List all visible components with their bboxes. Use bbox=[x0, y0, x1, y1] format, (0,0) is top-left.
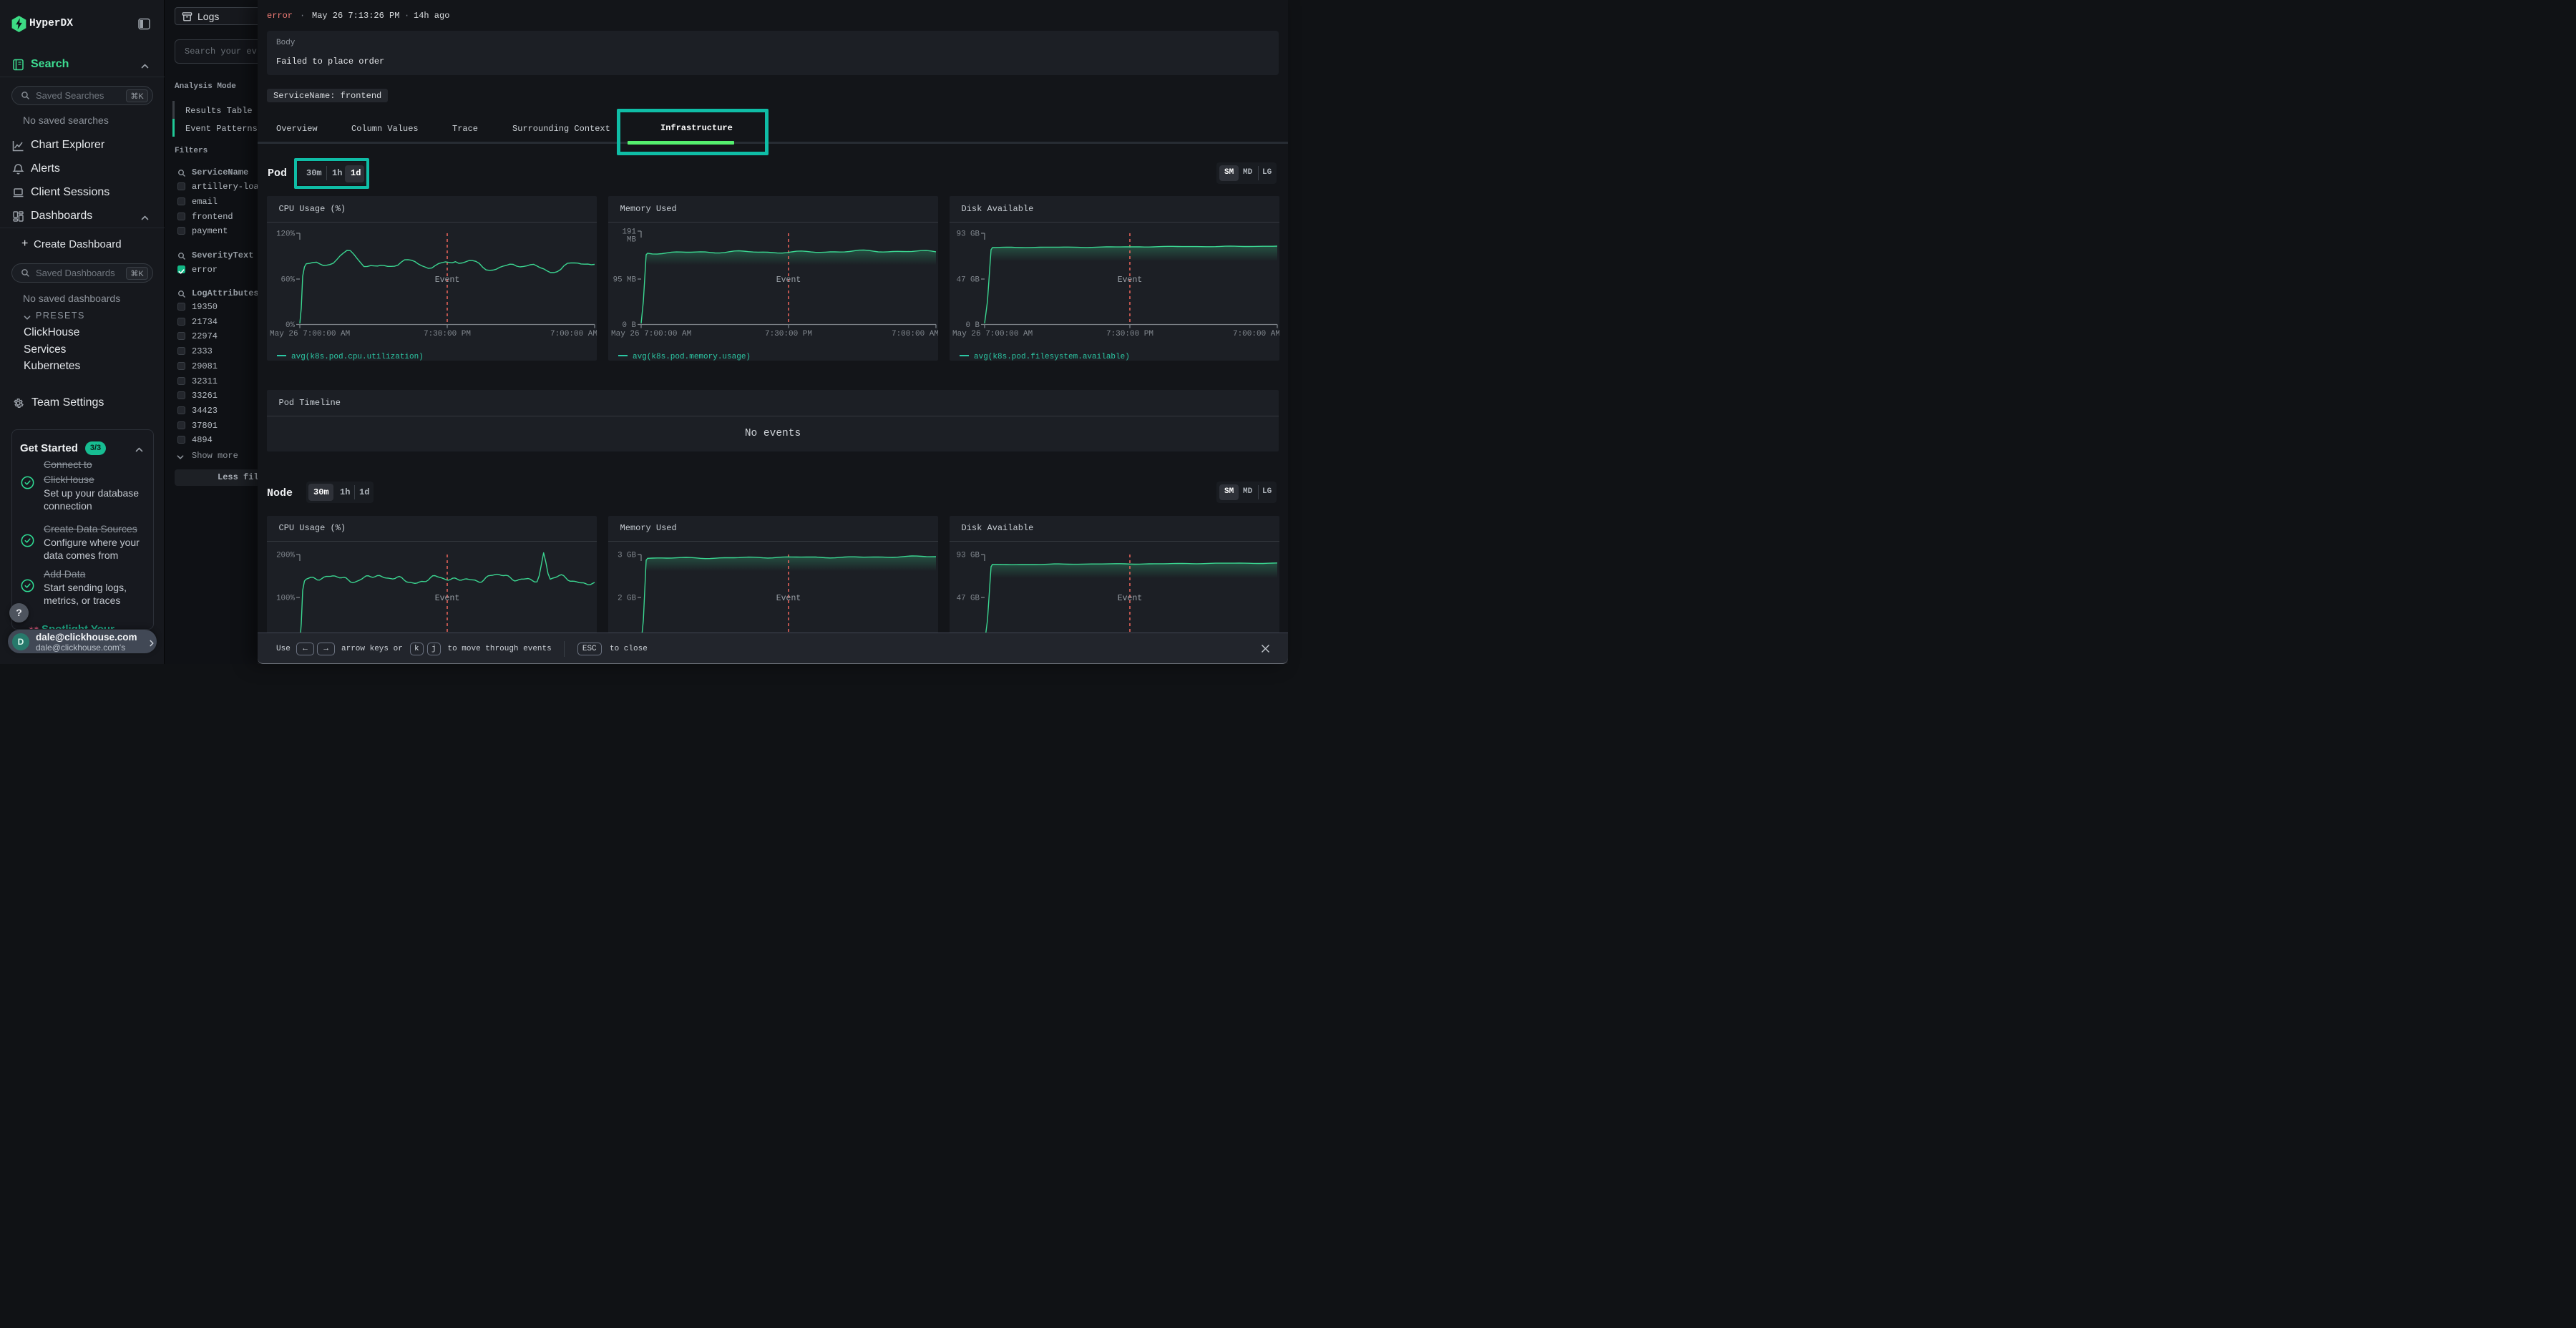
svg-text:May 26 7:00:00 AM: May 26 7:00:00 AM bbox=[611, 330, 691, 338]
svg-text:47 GB: 47 GB bbox=[957, 595, 980, 603]
svg-text:93 GB: 93 GB bbox=[957, 230, 980, 239]
svg-text:7:30:00 PM: 7:30:00 PM bbox=[1106, 330, 1153, 338]
svg-text:95 MB: 95 MB bbox=[613, 276, 637, 285]
svg-text:Event: Event bbox=[1118, 275, 1143, 285]
svg-text:Event: Event bbox=[435, 275, 460, 285]
svg-text:avg(k8s.pod.filesystem.availab: avg(k8s.pod.filesystem.available) bbox=[974, 353, 1130, 361]
svg-text:60%: 60% bbox=[281, 276, 296, 285]
svg-text:7:00:00 AM: 7:00:00 AM bbox=[550, 330, 597, 338]
svg-text:May 26 7:00:00 AM: May 26 7:00:00 AM bbox=[270, 330, 350, 338]
svg-text:0 B: 0 B bbox=[966, 321, 980, 330]
svg-text:Event: Event bbox=[776, 275, 801, 285]
svg-text:7:00:00 AM: 7:00:00 AM bbox=[1233, 330, 1279, 338]
svg-text:7:30:00 PM: 7:30:00 PM bbox=[424, 330, 471, 338]
svg-text:3 GB: 3 GB bbox=[618, 552, 636, 560]
svg-text:100%: 100% bbox=[276, 595, 295, 603]
svg-text:120%: 120% bbox=[276, 230, 295, 239]
svg-text:7:30:00 PM: 7:30:00 PM bbox=[765, 330, 812, 338]
svg-text:200%: 200% bbox=[276, 552, 295, 560]
svg-text:0%: 0% bbox=[286, 321, 295, 330]
svg-text:2 GB: 2 GB bbox=[618, 595, 636, 603]
svg-text:avg(k8s.pod.memory.usage): avg(k8s.pod.memory.usage) bbox=[633, 353, 751, 361]
svg-text:Event: Event bbox=[435, 594, 460, 603]
svg-text:47 GB: 47 GB bbox=[957, 276, 980, 285]
svg-text:avg(k8s.pod.cpu.utilization): avg(k8s.pod.cpu.utilization) bbox=[291, 353, 424, 361]
svg-text:May 26 7:00:00 AM: May 26 7:00:00 AM bbox=[952, 330, 1033, 338]
svg-text:Event: Event bbox=[776, 594, 801, 603]
svg-text:Event: Event bbox=[1118, 594, 1143, 603]
svg-text:93 GB: 93 GB bbox=[957, 552, 980, 560]
svg-text:0 B: 0 B bbox=[623, 321, 637, 330]
svg-text:MB: MB bbox=[627, 236, 636, 245]
svg-text:7:00:00 AM: 7:00:00 AM bbox=[892, 330, 938, 338]
